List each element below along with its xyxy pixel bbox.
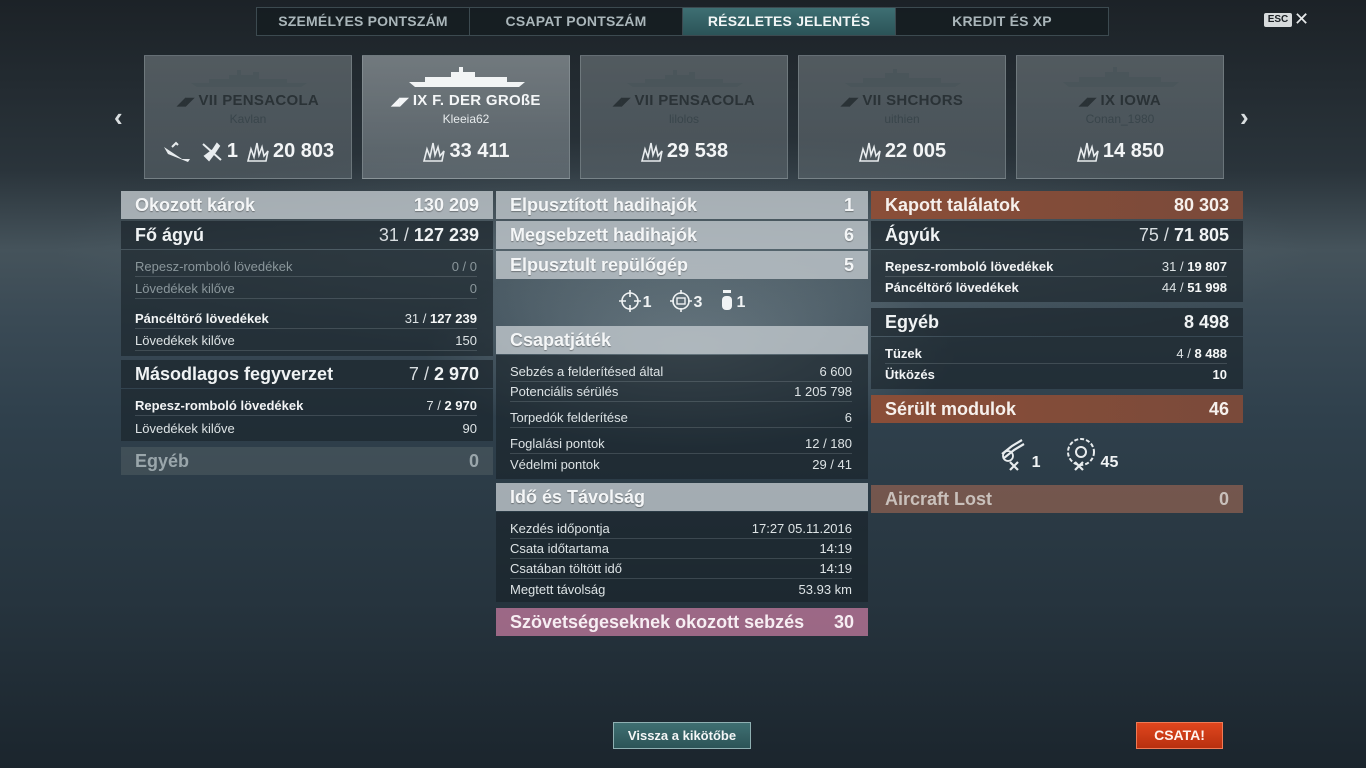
cruiser-class-icon: ◢◤ (612, 96, 631, 108)
ship-name: IOWA (1119, 92, 1161, 109)
chevron-left-icon[interactable]: ‹ (114, 104, 123, 130)
damage-dealt-header: Okozott károk 130 209 (121, 191, 493, 219)
player-name: Conan_1980 (1085, 112, 1155, 126)
damage-dealt-value: 130 209 (413, 194, 479, 215)
other-received-header: Egyéb 8 498 (871, 308, 1243, 336)
report-tabs: SZEMÉLYES PONTSZÁM CSAPAT PONTSZÁM RÉSZL… (256, 7, 1109, 36)
chevron-right-icon[interactable]: › (1240, 104, 1249, 130)
plane-shot-icon (202, 141, 222, 162)
ship-name: PENSACOLA (658, 92, 756, 109)
damage-icon (1076, 142, 1099, 162)
main-battery-total: 127 239 (413, 224, 479, 245)
main-battery-details: Repesz-romboló lövedékek 0 / 0 Lövedékek … (121, 250, 493, 356)
close-icon[interactable]: ✕ (1294, 9, 1309, 29)
citadel-icon (669, 290, 692, 312)
damage-icon (246, 142, 269, 162)
time-distance-details: Kezdés időpontja 17:27 05.11.2016 Csata i… (496, 512, 868, 602)
battleship-class-icon: ◢◤ (1079, 96, 1097, 108)
steering-gear-icon (1066, 438, 1095, 471)
teamplay-header: Csapatjáték (496, 326, 868, 354)
ally-damage-header: Szövetségeseknek okozott sebzés 30 (496, 608, 868, 636)
ship-card[interactable]: ◢◤ VII PENSACOLA lilolos 29 538 (580, 55, 788, 179)
other-damage-header: Egyéb 0 (121, 447, 493, 475)
ship-tier: VII (634, 92, 654, 109)
main-battery-hits: 31 (378, 224, 399, 245)
ship-silhouette-icon (627, 70, 743, 87)
esc-key-hint[interactable]: ESC (1264, 13, 1292, 27)
module-icons: 1 45 (871, 436, 1243, 472)
achievement-icons: 1 3 1 (496, 290, 868, 312)
secondary-details: Repesz-romboló lövedékek 7 / 2 970 Lövedé… (121, 389, 493, 441)
ship-name: PENSACOLA (222, 92, 320, 109)
ship-tier: IX (412, 92, 428, 109)
damage-value: 14 850 (1102, 140, 1165, 162)
ship-name: F. DER GROßE (432, 92, 541, 109)
fire-icon (722, 290, 733, 310)
ship-silhouette-icon (845, 69, 961, 87)
ship-tier: IX (1100, 92, 1116, 109)
ship-card[interactable]: ◢◤ VII SHCHORS uithien 22 005 (798, 55, 1006, 179)
ship-silhouette-icon (1063, 67, 1179, 87)
aircraft-lost-header: Aircraft Lost 0 (871, 485, 1243, 513)
player-name: Kleeia62 (442, 112, 490, 126)
player-name: uithien (884, 112, 920, 126)
guns-received-details: Repesz-romboló lövedékek 31 / 19 807 Pánc… (871, 250, 1243, 302)
time-distance-header: Idő és Távolság (496, 483, 868, 511)
damage-value: 22 005 (884, 140, 947, 162)
planes-destroyed-header: Elpusztult repülőgép 5 (496, 251, 868, 279)
crosshair-icon (618, 290, 641, 312)
tab-team-score[interactable]: CSAPAT PONTSZÁM (470, 8, 683, 35)
ship-silhouette-icon (191, 70, 307, 87)
damage-icon (423, 142, 446, 162)
guns-received-header: Ágyúk 75 / 71 805 (871, 221, 1243, 249)
teamplay-details: Sebzés a felderítésed által 6 600 Potenci… (496, 355, 868, 479)
tab-detailed-report[interactable]: RÉSZLETES JELENTÉS (683, 8, 896, 35)
ship-card[interactable]: ◢◤ IX F. DER GROßE Kleeia62 33 411 (362, 55, 570, 179)
sunk-ship-icon (162, 141, 192, 163)
player-name: Kavlan (229, 112, 267, 126)
modules-damaged-header: Sérült modulok 46 (871, 395, 1243, 423)
ships-destroyed-header: Elpusztított hadihajók 1 (496, 191, 868, 219)
ship-card[interactable]: ◢◤ IX IOWA Conan_1980 14 850 (1016, 55, 1224, 179)
cruiser-class-icon: ◢◤ (176, 96, 195, 108)
planes-destroyed-count: 1 (226, 140, 238, 162)
damage-received-header: Kapott találatok 80 303 (871, 191, 1243, 219)
ship-card[interactable]: ◢◤ VII PENSACOLA Kavlan 1 20 803 (144, 55, 352, 179)
cruiser-class-icon: ◢◤ (840, 96, 859, 108)
damage-value: 33 411 (449, 140, 510, 162)
main-battery-header: Fő ágyú 31 / 127 239 (121, 221, 493, 249)
player-name: lilolos (668, 112, 699, 126)
other-received-details: Tüzek 4 / 8 488 Ütközés 10 (871, 337, 1243, 389)
battle-button[interactable]: CSATA! (1136, 722, 1223, 749)
damage-icon (640, 142, 663, 162)
ship-silhouette-icon (409, 67, 525, 87)
damage-value: 29 538 (666, 140, 729, 162)
damage-icon (858, 142, 881, 162)
gun-turret-icon (1000, 439, 1025, 471)
secondary-header: Másodlagos fegyverzet 7 / 2 970 (121, 360, 493, 388)
battleship-class-icon: ◢◤ (391, 96, 409, 108)
tab-personal-score[interactable]: SZEMÉLYES PONTSZÁM (257, 8, 470, 35)
tab-credits-xp[interactable]: KREDIT ÉS XP (896, 8, 1108, 35)
damage-value: 20 803 (272, 140, 335, 162)
ships-damaged-header: Megsebzett hadihajók 6 (496, 221, 868, 249)
ship-tier: VII (862, 92, 882, 109)
return-to-port-button[interactable]: Vissza a kikötőbe (613, 722, 751, 749)
ship-name: SHCHORS (886, 92, 964, 109)
ship-tier: VII (198, 92, 218, 109)
